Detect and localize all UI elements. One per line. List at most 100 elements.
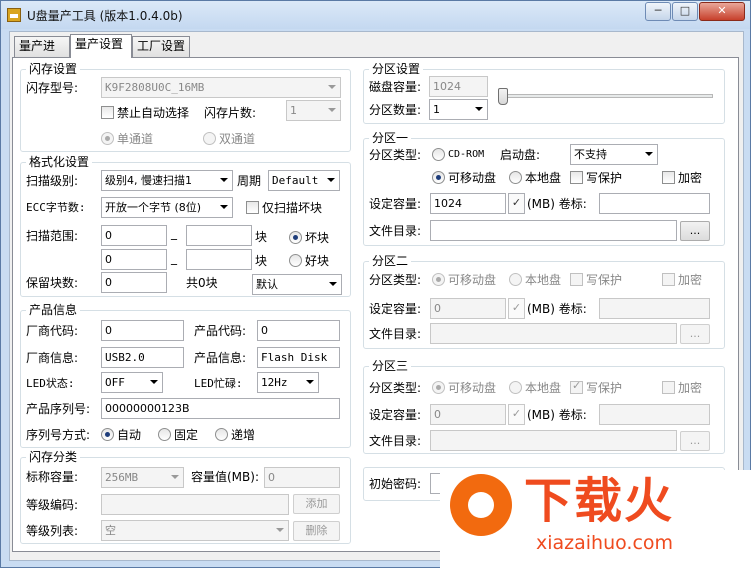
serial-number-input[interactable]: 00000000123B bbox=[101, 398, 340, 419]
p1-wp-checkbox[interactable] bbox=[570, 171, 583, 184]
p2-removable-radio[interactable] bbox=[432, 273, 445, 286]
range1-block-unit: 块 bbox=[255, 230, 268, 244]
p2-local-radio[interactable] bbox=[509, 273, 522, 286]
grade-list-select[interactable]: 空 bbox=[101, 520, 289, 541]
partition-count-select[interactable]: 1 bbox=[429, 99, 488, 120]
p2-browse-button[interactable]: ... bbox=[680, 324, 710, 344]
p1-cap-input[interactable]: 1024 bbox=[430, 193, 506, 214]
vendor-code-label: 厂商代码: bbox=[26, 324, 79, 338]
p3-wp-checkbox[interactable] bbox=[570, 379, 583, 394]
add-grade-button[interactable]: 添加 bbox=[293, 494, 340, 514]
disk-cap-slider[interactable] bbox=[498, 88, 713, 105]
serial-number-label: 产品序列号: bbox=[26, 402, 91, 416]
scan-range2-to-input[interactable] bbox=[186, 249, 252, 270]
scan-level-select[interactable]: 级别4, 慢速扫描1 bbox=[101, 170, 233, 191]
led-busy-select[interactable]: 12Hz bbox=[257, 372, 319, 393]
p1-encrypt-checkbox[interactable] bbox=[662, 171, 675, 184]
serial-auto-radio[interactable] bbox=[101, 428, 114, 441]
partition3-title: 分区三 bbox=[369, 359, 412, 373]
scan-level-label: 扫描级别: bbox=[26, 174, 79, 188]
bad-block-radio[interactable] bbox=[289, 231, 302, 244]
disk-cap-input[interactable]: 1024 bbox=[429, 76, 488, 97]
p3-dir-input[interactable] bbox=[430, 430, 677, 451]
p1-cap-label: 设定容量: bbox=[369, 197, 422, 211]
p1-edit-icon[interactable]: ✓ bbox=[508, 193, 525, 214]
p1-encrypt-label: 加密 bbox=[678, 171, 703, 185]
nominal-cap-select[interactable]: 256MB bbox=[101, 467, 184, 488]
disk-cap-label: 磁盘容量: bbox=[369, 80, 422, 94]
p2-wp-checkbox[interactable] bbox=[570, 273, 583, 286]
flash-model-select[interactable]: K9F2808U0C_16MB bbox=[101, 77, 341, 98]
p3-cap-input[interactable]: 0 bbox=[430, 404, 506, 425]
p1-boot-label: 启动盘: bbox=[500, 148, 541, 162]
p2-volume-input[interactable] bbox=[599, 298, 710, 319]
disable-auto-select-checkbox[interactable] bbox=[101, 106, 114, 119]
serial-incr-label: 递增 bbox=[231, 428, 256, 442]
p2-dir-input[interactable] bbox=[430, 323, 677, 344]
p2-edit-icon[interactable]: ✓ bbox=[508, 298, 525, 319]
p1-removable-radio[interactable] bbox=[432, 171, 445, 184]
bad-block-label: 坏块 bbox=[305, 231, 330, 245]
product-code-input[interactable]: 0 bbox=[257, 320, 340, 341]
cap-value-input[interactable]: 0 bbox=[264, 467, 340, 488]
p3-volume-input[interactable] bbox=[599, 404, 710, 425]
led-status-label: LED状态: bbox=[26, 377, 75, 390]
p1-local-radio[interactable] bbox=[509, 171, 522, 184]
p1-boot-select[interactable]: 不支持 bbox=[570, 144, 658, 165]
scan-range1-from-input[interactable]: 0 bbox=[101, 225, 167, 246]
ecc-select[interactable]: 开放一个字节 (8位) bbox=[101, 197, 233, 218]
range2-dash: _ bbox=[171, 251, 177, 265]
p2-cap-input[interactable]: 0 bbox=[430, 298, 506, 319]
nominal-cap-label: 标称容量: bbox=[26, 470, 79, 484]
partition-settings-title: 分区设置 bbox=[369, 62, 424, 76]
p1-cdrom-radio[interactable] bbox=[432, 148, 445, 161]
total-blocks-text: 共0块 bbox=[186, 276, 218, 290]
slider-thumb[interactable] bbox=[498, 88, 508, 105]
p3-edit-icon[interactable]: ✓ bbox=[508, 404, 525, 425]
grade-code-input[interactable] bbox=[101, 494, 289, 515]
product-info-input[interactable]: Flash Disk bbox=[257, 347, 340, 368]
p3-encrypt-checkbox[interactable] bbox=[662, 381, 675, 394]
p1-wp-label: 写保护 bbox=[586, 171, 623, 185]
grade-list-label: 等级列表: bbox=[26, 524, 79, 538]
watermark-url: xiazaihuo.com bbox=[536, 532, 674, 554]
vendor-info-label: 厂商信息: bbox=[26, 351, 79, 365]
delete-grade-button[interactable]: 删除 bbox=[293, 521, 340, 541]
vendor-info-input[interactable]: USB2.0 bbox=[101, 347, 184, 368]
p2-mb-label: (MB) 卷标: bbox=[527, 302, 587, 316]
single-channel-label: 单通道 bbox=[117, 132, 154, 146]
cycle-select[interactable]: Default bbox=[268, 170, 340, 191]
disable-auto-select-label: 禁止自动选择 bbox=[117, 106, 190, 120]
watermark-logo-icon bbox=[450, 474, 512, 536]
watermark: 下载火 xiazaihuo.com bbox=[440, 470, 751, 568]
scan-range2-from-input[interactable]: 0 bbox=[101, 249, 167, 270]
serial-fixed-radio[interactable] bbox=[158, 428, 171, 441]
flash-settings-title: 闪存设置 bbox=[26, 62, 81, 76]
partition-count-label: 分区数量: bbox=[369, 103, 422, 117]
good-block-radio[interactable] bbox=[289, 254, 302, 267]
scan-range1-to-input[interactable] bbox=[186, 225, 252, 246]
reserve-blocks-input[interactable]: 0 bbox=[101, 272, 167, 293]
p3-local-radio[interactable] bbox=[509, 381, 522, 394]
p3-mb-label: (MB) 卷标: bbox=[527, 408, 587, 422]
p1-local-label: 本地盘 bbox=[525, 171, 562, 185]
reserve-blocks-label: 保留块数: bbox=[26, 276, 79, 290]
p2-wp-label: 写保护 bbox=[586, 273, 623, 287]
reserve-mode-select[interactable]: 默认 bbox=[252, 274, 342, 295]
p3-removable-label: 可移动盘 bbox=[448, 381, 497, 395]
p1-dir-input[interactable] bbox=[430, 220, 677, 241]
led-status-select[interactable]: OFF bbox=[101, 372, 163, 393]
serial-incr-radio[interactable] bbox=[215, 428, 228, 441]
p1-browse-button[interactable]: ... bbox=[680, 221, 710, 241]
p2-encrypt-checkbox[interactable] bbox=[662, 273, 675, 286]
partition1-title: 分区一 bbox=[369, 131, 412, 145]
single-channel-radio[interactable] bbox=[101, 132, 114, 145]
p1-volume-input[interactable] bbox=[599, 193, 710, 214]
p3-browse-button[interactable]: ... bbox=[680, 431, 710, 451]
only-bad-blocks-checkbox[interactable] bbox=[246, 201, 259, 214]
p3-cap-label: 设定容量: bbox=[369, 408, 422, 422]
p3-removable-radio[interactable] bbox=[432, 381, 445, 394]
flash-chips-select[interactable]: 1 bbox=[286, 100, 341, 121]
dual-channel-radio[interactable] bbox=[203, 132, 216, 145]
vendor-code-input[interactable]: 0 bbox=[101, 320, 184, 341]
